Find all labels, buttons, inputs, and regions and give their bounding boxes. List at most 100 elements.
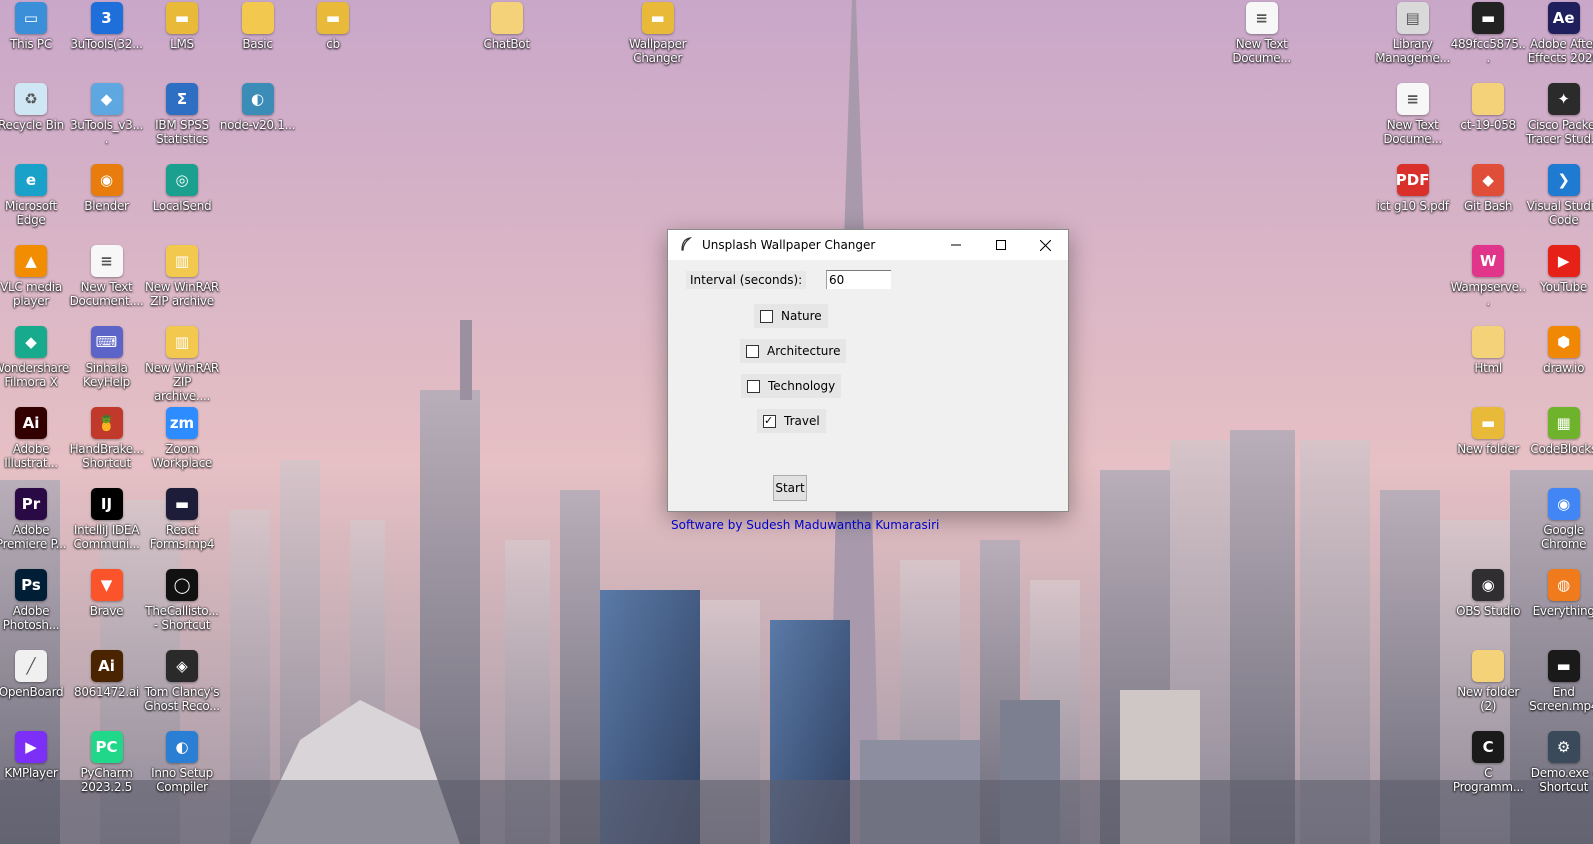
desktop-icon[interactable]: ▬ cb: [295, 2, 371, 51]
exe-icon: ⚙: [1547, 731, 1580, 763]
desktop-icon[interactable]: ◐ node-v20.1...: [220, 83, 296, 132]
callisto-icon: ◯: [166, 569, 198, 601]
desktop-icon[interactable]: Pr Adobe Premiere P...: [0, 488, 69, 551]
desktop-icon[interactable]: e Microsoft Edge: [0, 164, 69, 227]
desktop-icon[interactable]: ⌨ Sinhala KeyHelp: [69, 326, 145, 389]
desktop-icon[interactable]: ▬ End Screen.mp4: [1526, 650, 1593, 713]
desktop-icon-label: Brave: [89, 604, 124, 618]
desktop-icon[interactable]: ChatBot: [469, 2, 545, 51]
desktop-icon[interactable]: ▭ This PC: [0, 2, 69, 51]
desktop-icon[interactable]: ◉ Blender: [69, 164, 145, 213]
desktop-icon[interactable]: zm Zoom Workplace: [144, 407, 220, 470]
checkbox-box[interactable]: [746, 344, 759, 358]
checkbox-nature[interactable]: Nature: [754, 304, 828, 328]
checkbox-box[interactable]: [760, 309, 773, 323]
desktop-icon[interactable]: ▶ KMPlayer: [0, 731, 69, 780]
desktop-icon-label: TheCallisto... - Shortcut: [145, 604, 219, 632]
desktop-icon[interactable]: PDF ict g10 S.pdf: [1375, 164, 1451, 213]
desktop-icon[interactable]: ▬ New folder: [1450, 407, 1526, 456]
winrar-icon: ▥: [166, 326, 198, 358]
desktop-icon[interactable]: 🍍 HandBrake... Shortcut: [69, 407, 145, 470]
desktop-icon-label: Demo.exe - Shortcut: [1530, 766, 1593, 794]
desktop-icon[interactable]: Ae Adobe After Effects 2020: [1526, 2, 1593, 65]
desktop-icon[interactable]: Html: [1450, 326, 1526, 375]
maximize-button[interactable]: [978, 230, 1023, 260]
checkbox-architecture[interactable]: Architecture: [740, 339, 847, 363]
desktop-icon[interactable]: ◆ Wondershare Filmora X: [0, 326, 69, 389]
checkbox-travel[interactable]: Travel: [757, 409, 826, 433]
desktop-icon[interactable]: ▬ LMS: [144, 2, 220, 51]
desktop-icon-label: Wondershare Filmora X: [0, 361, 70, 389]
desktop-icon[interactable]: ╱ OpenBoard: [0, 650, 69, 699]
desktop-icon-label: Zoom Workplace: [152, 442, 212, 470]
desktop-icon[interactable]: ≡ New Text Docume...: [1375, 83, 1451, 146]
app-icon: ▤: [1396, 2, 1429, 34]
desktop-icon-label: Cisco Packet Tracer Stud...: [1525, 118, 1593, 146]
desktop-icon[interactable]: C C Programm...: [1450, 731, 1526, 794]
desktop-icon[interactable]: ▬ 489fcc5875...: [1450, 2, 1526, 65]
desktop-icon[interactable]: ◐ Inno Setup Compiler: [144, 731, 220, 794]
checkbox-technology[interactable]: Technology: [741, 374, 842, 398]
minimize-button[interactable]: [933, 230, 978, 260]
desktop-icon[interactable]: ◉ OBS Studio: [1450, 569, 1526, 618]
desktop-icon[interactable]: ◍ Everything: [1526, 569, 1593, 618]
desktop-icon[interactable]: ▬ React Forms.mp4: [144, 488, 220, 551]
chrome-icon: ◉: [1547, 488, 1580, 520]
desktop-icon[interactable]: W Wampserve...: [1450, 245, 1526, 308]
desktop-icon[interactable]: New folder (2): [1450, 650, 1526, 713]
desktop-icon[interactable]: PC PyCharm 2023.2.5: [69, 731, 145, 794]
desktop-icon[interactable]: ▼ Brave: [69, 569, 145, 618]
desktop-icon[interactable]: ♻ Recycle Bin: [0, 83, 69, 132]
checkbox-box[interactable]: [763, 414, 776, 428]
video-file-icon: ▬: [166, 488, 198, 520]
desktop-icon-label: ict g10 S.pdf: [1376, 199, 1449, 213]
window-titlebar[interactable]: Unsplash Wallpaper Changer: [668, 230, 1068, 260]
obs-icon: ◉: [1472, 569, 1505, 601]
desktop-icon[interactable]: Ai 8061472.ai: [69, 650, 145, 699]
desktop-icon[interactable]: ◯ TheCallisto... - Shortcut: [144, 569, 220, 632]
desktop-icon[interactable]: ct-19-058: [1450, 83, 1526, 132]
desktop-icon[interactable]: ◈ Tom Clancy's Ghost Reco...: [144, 650, 220, 713]
desktop-icon[interactable]: ◉ Google Chrome: [1526, 488, 1593, 551]
start-button[interactable]: Start: [773, 475, 807, 501]
desktop-icon[interactable]: Ai Adobe Illustrat...: [0, 407, 69, 470]
desktop-icon-label: Microsoft Edge: [5, 199, 57, 227]
desktop-icon[interactable]: ▤ Library Manageme...: [1375, 2, 1451, 65]
desktop-icon[interactable]: ▥ New WinRAR ZIP archive....: [144, 326, 220, 403]
c-file-icon: C: [1472, 731, 1505, 763]
desktop-icon-label: Visual Studio Code: [1526, 199, 1593, 227]
desktop-icon[interactable]: ◆ 3uTools_v3....: [69, 83, 145, 146]
desktop-icon-label: HandBrake... Shortcut: [69, 442, 144, 470]
desktop-icon-label: Google Chrome: [1541, 523, 1587, 551]
desktop-icon-label: OBS Studio: [1456, 604, 1521, 618]
text-file-icon: ≡: [1245, 2, 1278, 34]
desktop-icon[interactable]: ❯ Visual Studio Code: [1526, 164, 1593, 227]
desktop-icon[interactable]: ≡ New Text Document....: [69, 245, 145, 308]
desktop-icon[interactable]: ◆ Git Bash: [1450, 164, 1526, 213]
desktop-icon[interactable]: 3 3uTools(32...: [69, 2, 145, 51]
desktop-icon-label: OpenBoard: [0, 685, 64, 699]
desktop-icon[interactable]: ▶ YouTube: [1526, 245, 1593, 294]
desktop-icon[interactable]: ▬ Wallpaper Changer: [620, 2, 696, 65]
checkbox-label: Travel: [784, 414, 820, 428]
desktop-icon[interactable]: Ps Adobe Photosh...: [0, 569, 69, 632]
desktop-icon[interactable]: ◎ LocalSend: [144, 164, 220, 213]
desktop-icon[interactable]: ✦ Cisco Packet Tracer Stud...: [1526, 83, 1593, 146]
desktop-icon[interactable]: ⬢ draw.io: [1526, 326, 1593, 375]
checkbox-box[interactable]: [747, 379, 760, 393]
desktop-icon[interactable]: ▲ VLC media player: [0, 245, 69, 308]
interval-input[interactable]: [826, 270, 891, 289]
desktop-icon[interactable]: ≡ New Text Docume...: [1224, 2, 1300, 65]
handbrake-icon: 🍍: [90, 407, 123, 439]
desktop-icon[interactable]: ⚙ Demo.exe - Shortcut: [1526, 731, 1593, 794]
pycharm-icon: PC: [90, 731, 123, 763]
desktop-icon-label: New WinRAR ZIP archive: [145, 280, 219, 308]
desktop-icon[interactable]: ▥ New WinRAR ZIP archive: [144, 245, 220, 308]
video-file-icon: ▬: [1472, 2, 1505, 34]
close-button[interactable]: [1023, 230, 1068, 260]
desktop-icon[interactable]: ▦ CodeBlocks: [1526, 407, 1593, 456]
3utools-icon: 3: [90, 2, 123, 34]
desktop-icon[interactable]: Basic: [220, 2, 296, 51]
desktop-icon[interactable]: IJ IntelliJ IDEA Communi...: [69, 488, 145, 551]
desktop-icon[interactable]: Σ IBM SPSS Statistics: [144, 83, 220, 146]
